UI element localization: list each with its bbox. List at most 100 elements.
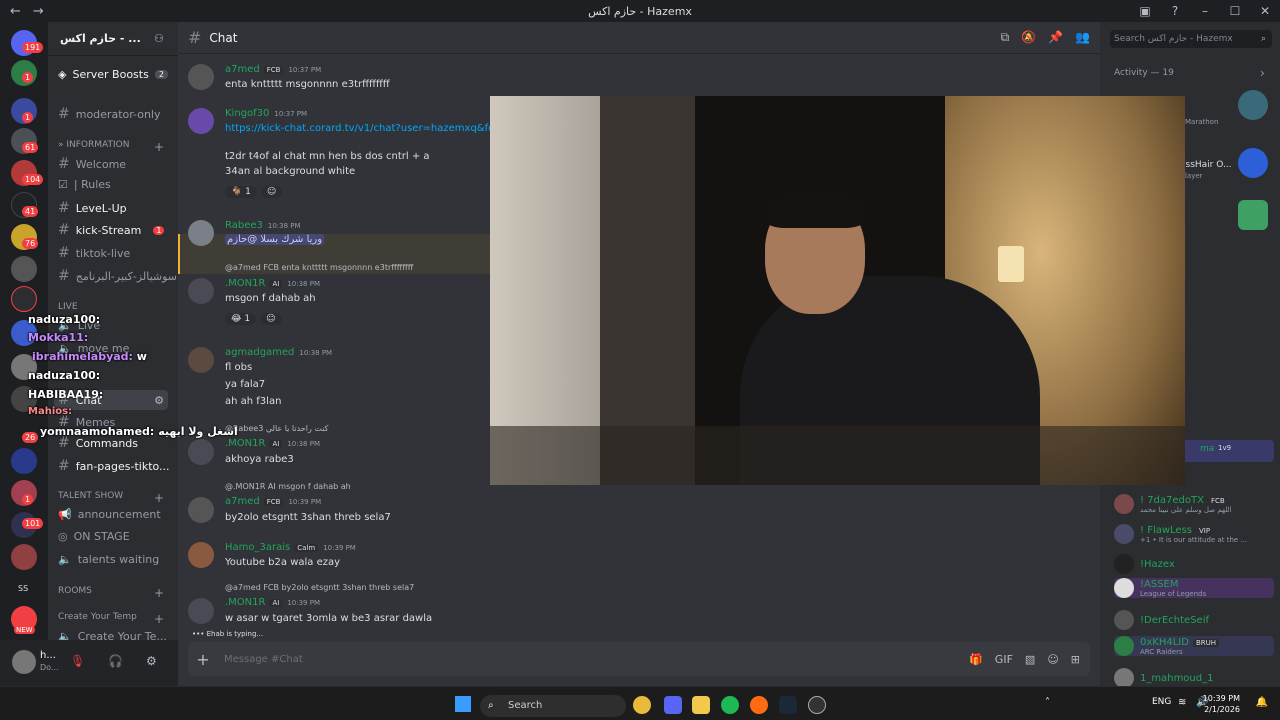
deafen-icon[interactable]: 🎧 <box>108 654 123 668</box>
avatar[interactable] <box>188 497 214 523</box>
server-boosts-item[interactable]: ◈ Server Boosts 2 <box>58 68 168 81</box>
member-row[interactable]: 1_mahmoud_1 <box>1114 668 1213 688</box>
chrome-icon[interactable] <box>633 696 651 714</box>
reply-preview[interactable]: @.MON1R AI msgon f dahab ah <box>225 482 351 491</box>
member-name[interactable]: ma <box>1200 444 1214 454</box>
channel-talents-waiting[interactable]: 🔈 talents waiting <box>58 553 159 566</box>
search-icon[interactable]: ⌕ <box>1261 30 1266 48</box>
reaction-chip[interactable]: 😂 1 <box>225 313 257 325</box>
avatar[interactable] <box>188 108 214 134</box>
message-author[interactable]: .MON1R AI 10:38 PM <box>225 278 320 289</box>
obs-icon[interactable] <box>808 696 826 714</box>
channel-chat[interactable]: # Chat ⚙ <box>54 390 168 410</box>
add-channel-icon[interactable]: + <box>154 140 164 154</box>
clock[interactable]: 10:39 PM 2/1/2026 <box>1203 693 1240 715</box>
reply-preview[interactable]: @Rabee3 كنت راحدتا يا عالي <box>225 424 328 433</box>
message-author[interactable]: .MON1R AI 10:39 PM <box>225 597 320 608</box>
category-create-temp[interactable]: Create Your Temp + <box>58 612 164 626</box>
channel-commands[interactable]: # Commands <box>58 435 138 451</box>
avatar[interactable] <box>188 439 214 465</box>
channel-socials[interactable]: # سوشيالز-كبير-البرنامج <box>58 268 177 284</box>
gif-icon[interactable]: GIF <box>995 653 1013 666</box>
avatar[interactable] <box>188 220 214 246</box>
message-input[interactable]: Message #Chat <box>224 654 303 665</box>
channel-move-me[interactable]: 🔈 move me <box>58 342 129 355</box>
server-header[interactable]: حازم اكس - ... ⚇ <box>48 22 178 56</box>
message-author[interactable]: .MON1R AI 10:38 PM <box>225 438 320 449</box>
channel-level-up[interactable]: # LeveL-Up <box>58 200 127 216</box>
windows-start-icon[interactable] <box>455 696 471 712</box>
avatar[interactable] <box>12 650 36 674</box>
chevron-up-icon[interactable]: ˄ <box>1045 697 1050 708</box>
server-icon[interactable] <box>11 386 37 412</box>
server-icon[interactable] <box>11 286 37 312</box>
firefox-icon[interactable] <box>750 696 768 714</box>
spotify-icon[interactable] <box>721 696 739 714</box>
back-icon[interactable]: ← <box>10 4 21 19</box>
taskbar-search[interactable]: ⌕ Search <box>480 695 626 717</box>
maximize-button[interactable]: ☐ <box>1220 4 1250 18</box>
member-row[interactable]: !ASSEM League of Legends <box>1114 578 1274 598</box>
server-icon[interactable] <box>11 448 37 474</box>
add-channel-icon[interactable]: + <box>154 612 164 626</box>
reply-preview[interactable]: @a7med FCB by2olo etsgntt 3shan threb se… <box>225 583 414 592</box>
server-icon[interactable] <box>11 354 37 380</box>
message-author[interactable]: Rabee3 10:38 PM <box>225 220 301 231</box>
category-live[interactable]: LIVE <box>58 302 78 312</box>
wifi-icon[interactable]: ≋ <box>1178 697 1186 708</box>
minimize-button[interactable]: – <box>1190 4 1220 18</box>
notifications-icon[interactable]: 🔕 <box>1021 30 1036 45</box>
avatar[interactable] <box>188 542 214 568</box>
sticker-icon[interactable]: ▧ <box>1025 653 1035 666</box>
file-explorer-icon[interactable] <box>692 696 710 714</box>
threads-icon[interactable]: ⧉ <box>1001 30 1010 45</box>
add-reaction-icon[interactable]: ☺ <box>260 313 282 325</box>
language-indicator[interactable]: ENG <box>1152 697 1171 707</box>
pin-icon[interactable]: 📌 <box>1048 30 1063 45</box>
server-icon[interactable] <box>11 544 37 570</box>
channel-memes[interactable]: # Memes <box>58 414 115 430</box>
league-icon[interactable] <box>1238 90 1268 120</box>
game-icon[interactable] <box>1238 200 1268 230</box>
channel-fan-pages[interactable]: # fan-pages-tikto... <box>58 458 170 474</box>
member-row[interactable]: 0xKH4LID BRUH ARC Raiders <box>1114 636 1274 656</box>
channel-on-stage[interactable]: ◎ ON STAGE <box>58 530 130 543</box>
channel-kick-stream[interactable]: # kick-Stream 1 <box>58 222 165 238</box>
steam-icon[interactable] <box>779 696 797 714</box>
chevron-right-icon[interactable]: › <box>1260 66 1265 80</box>
message-author[interactable]: Kingof30 10:37 PM <box>225 108 307 119</box>
message-author[interactable]: a7med FCB 10:39 PM <box>225 496 321 507</box>
member-row[interactable]: !Hazex <box>1114 554 1175 574</box>
message-link[interactable]: https://kick-chat.corard.tv/v1/chat?user… <box>225 123 513 134</box>
server-label[interactable]: SS <box>18 584 28 593</box>
add-channel-icon[interactable]: + <box>154 586 164 600</box>
user-settings-icon[interactable]: ⚙ <box>146 654 157 668</box>
reply-preview[interactable]: @a7med FCB enta knttttt msgonnnn e3trfff… <box>225 263 413 272</box>
discord-icon[interactable] <box>664 696 682 714</box>
search-input[interactable]: Search حازم اكس - Hazemx ⌕ <box>1110 30 1272 48</box>
avatar[interactable] <box>188 598 214 624</box>
category-rooms[interactable]: ROOMS + <box>58 586 164 600</box>
gift-icon[interactable]: 🎁 <box>969 653 983 666</box>
member-row[interactable]: ! FlawLess VIP +1 • It is our attitude at … <box>1114 524 1247 544</box>
avatar[interactable] <box>188 278 214 304</box>
channel-announcement[interactable]: 📢 announcement <box>58 508 161 521</box>
forward-icon[interactable]: → <box>33 4 44 19</box>
emoji-icon[interactable]: ☺ <box>1047 653 1058 666</box>
add-reaction-icon[interactable]: ☺ <box>260 186 283 198</box>
upload-plus-icon[interactable]: + <box>188 650 218 669</box>
channel-rules[interactable]: ☑ | Rules <box>58 178 111 191</box>
message-author[interactable]: Hamo_3arais Calm 10:39 PM <box>225 542 356 553</box>
server-icon[interactable] <box>11 256 37 282</box>
category-talent-show[interactable]: TALENT SHOW + <box>58 491 164 505</box>
crosshair-icon[interactable] <box>1238 148 1268 178</box>
channel-live[interactable]: 🔈 Live <box>58 319 100 332</box>
help-icon[interactable]: ? <box>1160 4 1190 18</box>
add-channel-icon[interactable]: + <box>154 491 164 505</box>
notification-icon[interactable]: 🔔 <box>1256 697 1268 708</box>
member-row[interactable]: !DerEchteSeif <box>1114 610 1209 630</box>
avatar[interactable] <box>188 347 214 373</box>
message-author[interactable]: agmadgamed 10:38 PM <box>225 347 332 358</box>
apps-icon[interactable]: ⊞ <box>1071 653 1080 666</box>
message-composer[interactable]: + Message #Chat 🎁 GIF ▧ ☺ ⊞ <box>188 642 1090 676</box>
